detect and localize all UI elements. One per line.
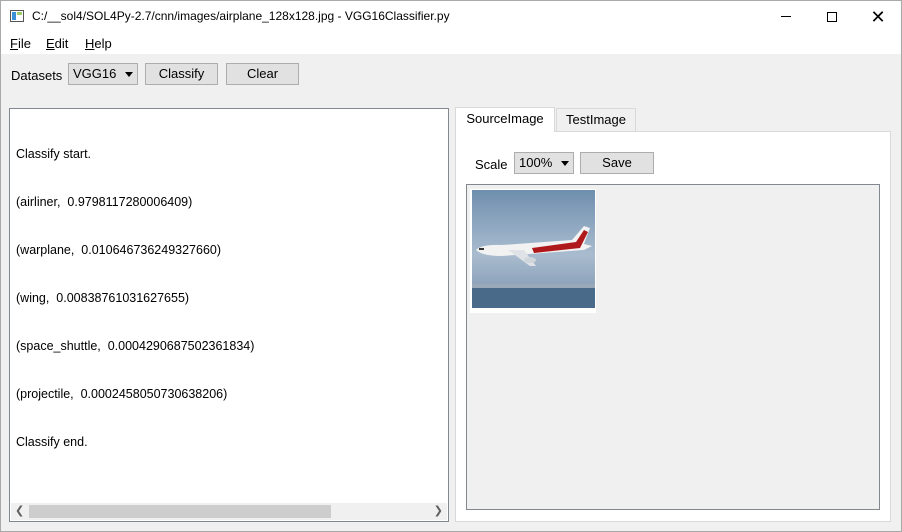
menu-edit[interactable]: Edit [46, 36, 68, 51]
scale-label: Scale [475, 157, 508, 172]
menu-file[interactable]: File [10, 36, 31, 51]
minimize-icon [781, 16, 791, 17]
output-line: (projectile, 0.0002458050730638206) [16, 387, 228, 401]
maximize-icon [827, 11, 837, 22]
output-line: Classify start. [16, 147, 92, 161]
tab-sourceimage[interactable]: SourceImage [455, 107, 555, 132]
app-window: C:/__sol4/SOL4Py-2.7/cnn/images/airplane… [0, 0, 902, 532]
tab-testimage[interactable]: TestImage [556, 108, 636, 132]
scroll-right-icon[interactable]: ❯ [434, 504, 443, 517]
scale-combobox[interactable]: 100% [514, 152, 574, 174]
output-line: (warplane, 0.010646736249327660) [16, 243, 222, 257]
datasets-combobox[interactable]: VGG16 [68, 63, 138, 85]
image-canvas[interactable] [466, 184, 880, 510]
menu-bar: File Edit Help [1, 32, 901, 54]
chevron-down-icon [125, 72, 133, 77]
minimize-button[interactable] [763, 1, 809, 32]
output-line: (space_shuttle, 0.0004290687502361834) [16, 339, 255, 353]
scroll-left-icon[interactable]: ❮ [15, 504, 24, 517]
horizontal-scrollbar[interactable]: ❮ ❯ [11, 503, 447, 520]
close-button[interactable]: ✕ [855, 1, 901, 32]
datasets-combobox-value: VGG16 [73, 66, 117, 81]
output-line: (airliner, 0.9798117280006409) [16, 195, 193, 209]
clear-button[interactable]: Clear [226, 63, 299, 85]
chevron-down-icon [561, 161, 569, 166]
image-tabs: SourceImage TestImage Scale 100% Save [455, 107, 891, 522]
airplane-image [472, 190, 595, 308]
close-icon: ✕ [870, 6, 886, 27]
toolbar: Datasets VGG16 Classify Clear [1, 54, 901, 94]
datasets-label: Datasets [11, 68, 63, 83]
title-bar[interactable]: C:/__sol4/SOL4Py-2.7/cnn/images/airplane… [1, 1, 901, 32]
classify-button[interactable]: Classify [145, 63, 218, 85]
output-line: Classify end. [16, 435, 88, 449]
output-text: Classify start. (airliner, 0.97981172800… [16, 114, 254, 482]
maximize-button[interactable] [809, 1, 855, 32]
window-title: C:/__sol4/SOL4Py-2.7/cnn/images/airplane… [32, 9, 450, 23]
menu-help[interactable]: Help [85, 36, 112, 51]
scale-combobox-value: 100% [519, 155, 553, 170]
scrollbar-thumb[interactable] [29, 505, 331, 518]
save-button[interactable]: Save [580, 152, 654, 174]
app-icon [10, 10, 24, 22]
tab-panel: Scale 100% Save [455, 131, 891, 522]
source-image [470, 189, 596, 313]
output-line: (wing, 0.00838761031627655) [16, 291, 190, 305]
output-textarea[interactable]: Classify start. (airliner, 0.97981172800… [9, 108, 449, 522]
